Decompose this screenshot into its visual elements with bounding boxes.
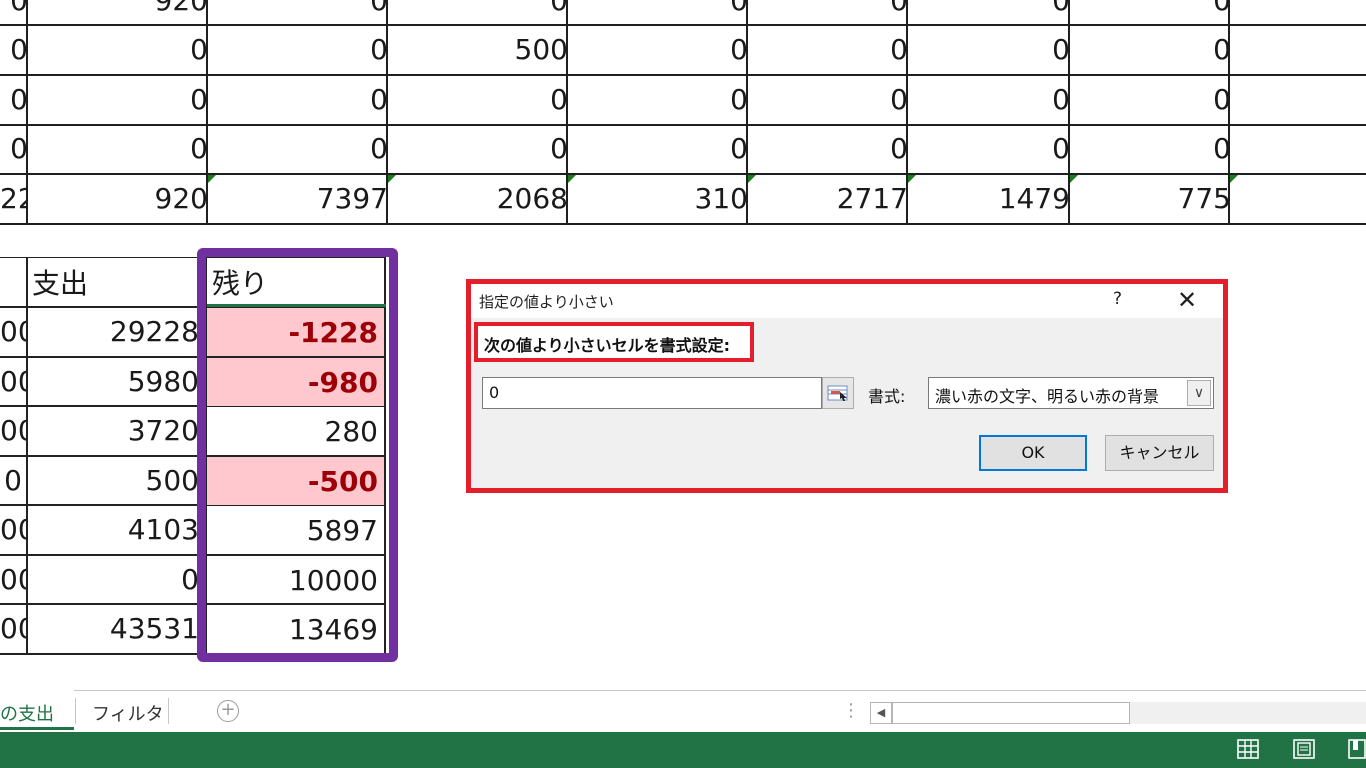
table-cell[interactable]: 0	[746, 124, 908, 174]
table-cell[interactable]: 0	[1068, 124, 1231, 174]
table-cell[interactable]: 7397	[206, 174, 388, 224]
splitter-handle[interactable]: ⋮	[842, 700, 860, 721]
table-cell[interactable]: 0	[386, 124, 568, 174]
table-cell[interactable]: 1479	[906, 174, 1070, 224]
table-cell[interactable]: 2068	[386, 174, 568, 224]
table-cell[interactable]: 0	[566, 25, 748, 75]
table-cell[interactable]: 0	[206, 25, 388, 75]
table-cell[interactable]: 0	[906, 75, 1070, 125]
close-icon[interactable]: ✕	[1177, 286, 1197, 314]
cancel-button[interactable]: キャンセル	[1105, 435, 1214, 471]
expense-cell[interactable]: 0	[28, 555, 205, 604]
table-cell[interactable]: 00	[0, 555, 26, 604]
expense-cell[interactable]: 3720	[28, 406, 205, 455]
table-cell[interactable]: 00	[0, 307, 26, 356]
table-cell[interactable]: 0	[386, 75, 568, 125]
expense-cell[interactable]: 4103	[28, 505, 205, 554]
format-select[interactable]: 濃い赤の文字、明るい赤の背景 ∨	[928, 377, 1214, 409]
table-cell[interactable]: 0	[1068, 25, 1231, 75]
ok-button[interactable]: OK	[979, 435, 1087, 471]
table-cell[interactable]: 22	[0, 174, 28, 224]
error-indicator-icon[interactable]	[568, 175, 576, 183]
table-cell[interactable]: 0	[1068, 0, 1231, 26]
table-cell[interactable]: 0	[26, 124, 208, 174]
range-selector-button[interactable]	[822, 377, 854, 409]
range-selector-icon	[827, 385, 848, 401]
grid-view-icon[interactable]	[1237, 739, 1259, 759]
table-cell[interactable]: 0	[566, 124, 748, 174]
format-label: 書式:	[868, 387, 906, 406]
table-cell[interactable]: 0	[906, 124, 1070, 174]
table-cell[interactable]: 0	[906, 25, 1070, 75]
expense-cell[interactable]: 500	[28, 456, 205, 505]
table-cell[interactable]: 0	[386, 0, 568, 26]
remaining-column-highlight	[197, 248, 398, 662]
table-cell[interactable]: 0	[0, 124, 28, 174]
format-select-value: 濃い赤の文字、明るい赤の背景	[935, 387, 1160, 406]
table-cell[interactable]: 0	[26, 75, 208, 125]
error-indicator-icon[interactable]	[748, 175, 756, 183]
table-cell[interactable]: 0	[746, 75, 908, 125]
chevron-left-icon[interactable]: ◀	[870, 702, 892, 724]
table-cell[interactable]: 0	[0, 25, 28, 75]
table-cell[interactable]: 00	[0, 604, 26, 653]
table-cell[interactable]: 920	[26, 0, 208, 26]
table-cell[interactable]: 0	[746, 0, 908, 26]
table-cell[interactable]: 775	[1068, 174, 1231, 224]
table-cell[interactable]: 920	[26, 174, 208, 224]
table-cell[interactable]: 0	[0, 456, 26, 505]
plus-circle-icon[interactable]: +	[217, 700, 239, 722]
expense-cell[interactable]: 29228	[28, 307, 205, 356]
table-cell[interactable]: 0	[906, 0, 1070, 26]
dialog-title: 指定の値より小さい	[479, 293, 614, 311]
error-indicator-icon[interactable]	[908, 175, 916, 183]
table-cell[interactable]: 0	[1068, 75, 1231, 125]
error-indicator-icon[interactable]	[388, 175, 396, 183]
scrollbar-thumb[interactable]	[892, 702, 1130, 724]
expense-cell[interactable]: 5980	[28, 357, 205, 406]
table-cell[interactable]: 00	[0, 406, 26, 455]
table-cell[interactable]: 0	[0, 75, 28, 125]
error-indicator-icon[interactable]	[208, 175, 216, 183]
table-cell[interactable]: 0	[206, 124, 388, 174]
table-cell[interactable]: 0	[566, 0, 748, 26]
table-cell[interactable]: 0	[566, 75, 748, 125]
header-expense[interactable]: 支出	[32, 262, 88, 302]
table-cell[interactable]: 00	[0, 357, 26, 406]
dialog-prompt: 次の値より小さいセルを書式設定:	[484, 336, 731, 355]
expense-cell[interactable]: 43531	[28, 604, 205, 653]
table-cell[interactable]: 0	[746, 25, 908, 75]
chevron-down-icon[interactable]: ∨	[1187, 380, 1211, 406]
table-cell[interactable]: 310	[566, 174, 748, 224]
value-input[interactable]: 0	[482, 377, 822, 409]
dialog-titlebar[interactable]: 指定の値より小さい ? ✕	[471, 284, 1223, 318]
page-break-icon[interactable]	[1348, 739, 1366, 759]
table-cell[interactable]: 2717	[746, 174, 908, 224]
help-button[interactable]: ?	[1113, 289, 1122, 309]
sheet-tab-active-label[interactable]: の支出	[0, 700, 54, 726]
error-indicator-icon[interactable]	[1070, 175, 1078, 183]
status-bar	[0, 732, 1366, 768]
page-layout-icon[interactable]	[1293, 739, 1315, 759]
table-cell[interactable]: 0	[206, 0, 388, 26]
sheet-tab-filter-label[interactable]: フィルタ	[92, 700, 164, 726]
table-cell[interactable]: 500	[386, 25, 568, 75]
table-cell[interactable]: 0	[0, 0, 28, 26]
table-cell[interactable]: 00	[0, 505, 26, 554]
table-cell[interactable]: 0	[26, 25, 208, 75]
error-indicator-icon[interactable]	[1230, 175, 1238, 183]
table-cell[interactable]: 0	[206, 75, 388, 125]
